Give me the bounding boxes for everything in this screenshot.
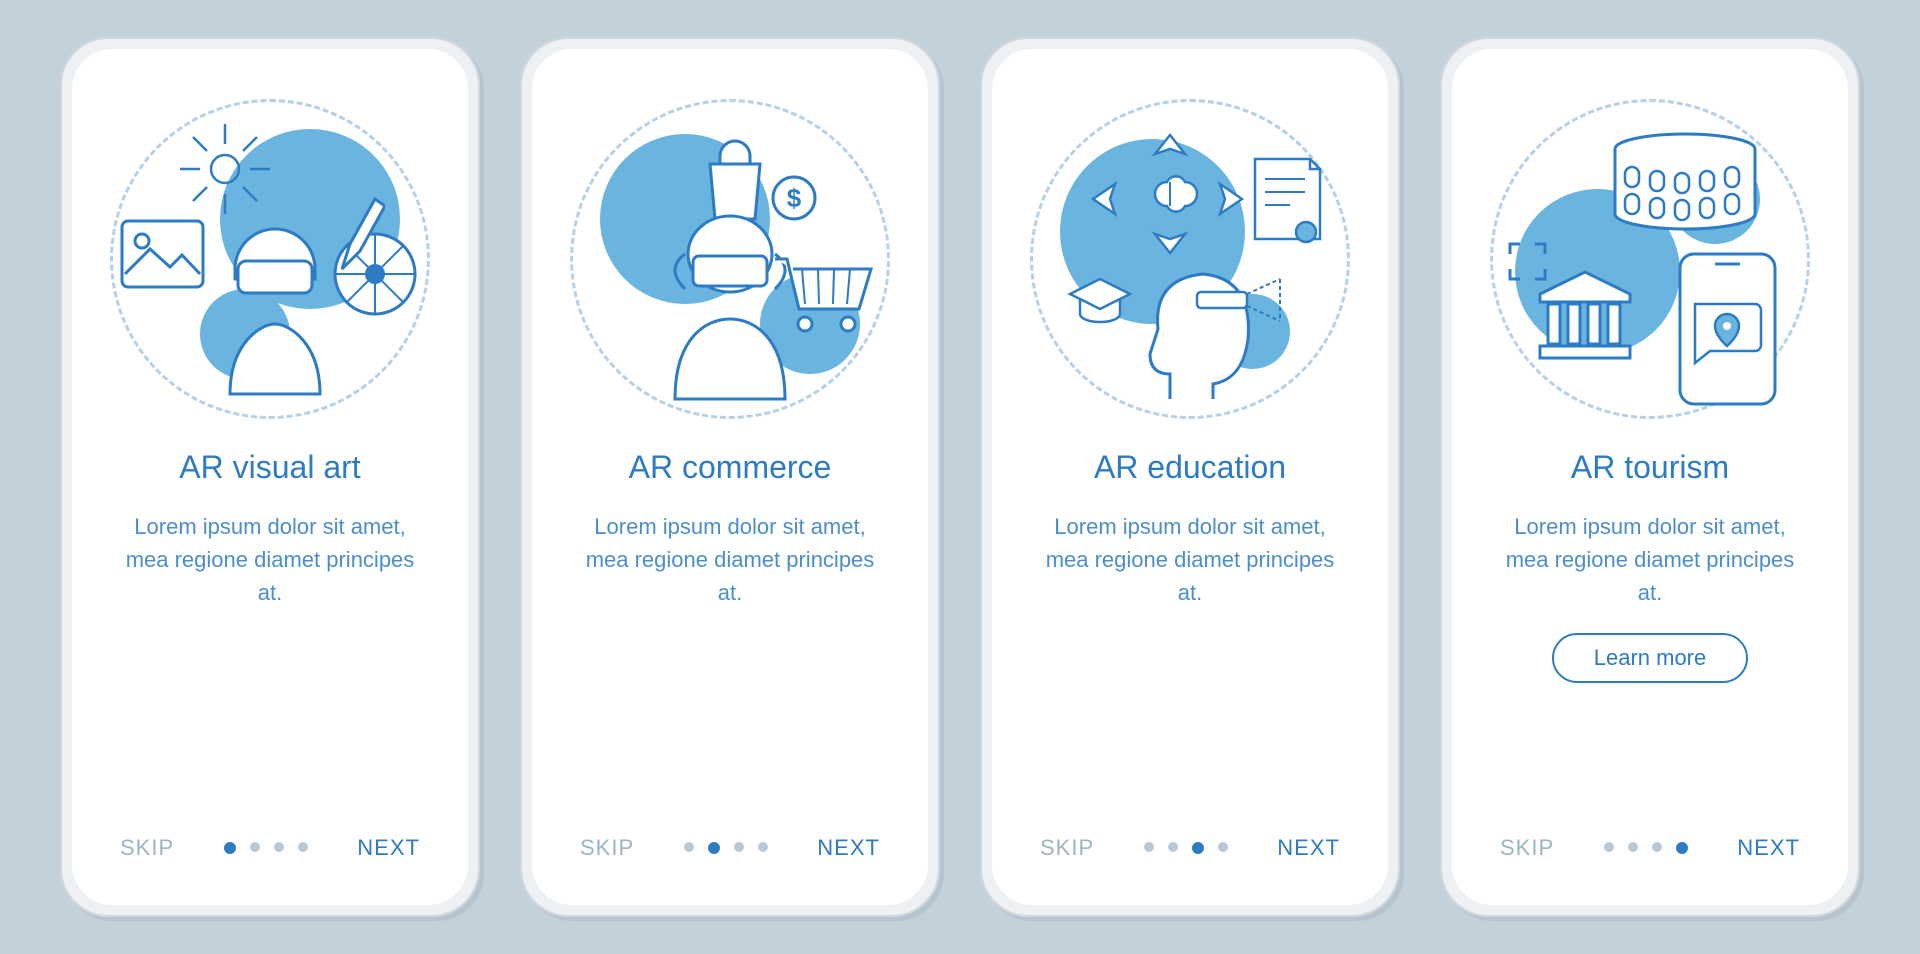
next-button[interactable]: NEXT — [817, 835, 880, 861]
onboarding-screen: $ AR commerce Lorem ipsum dolor sit amet… — [532, 49, 928, 905]
screen-title: AR visual art — [179, 449, 360, 486]
dot[interactable] — [734, 842, 744, 852]
dot[interactable] — [1628, 842, 1638, 852]
dot-active[interactable] — [224, 842, 236, 854]
phone-frame: $ AR commerce Lorem ipsum dolor sit amet… — [520, 37, 940, 917]
illustration-visual-art — [110, 99, 430, 419]
next-button[interactable]: NEXT — [357, 835, 420, 861]
brain-icon — [1140, 169, 1200, 219]
phone-frame: AR tourism Lorem ipsum dolor sit amet, m… — [1440, 37, 1860, 917]
dot[interactable] — [1604, 842, 1614, 852]
svg-text:$: $ — [787, 183, 802, 213]
dot-active[interactable] — [1192, 842, 1204, 854]
onboarding-screen: AR education Lorem ipsum dolor sit amet,… — [992, 49, 1388, 905]
onboarding-footer: SKIP NEXT — [72, 835, 468, 861]
dot[interactable] — [274, 842, 284, 852]
shopping-cart-icon — [770, 249, 875, 339]
ar-head-icon — [1135, 244, 1285, 404]
screen-title: AR tourism — [1571, 449, 1729, 486]
dot[interactable] — [250, 842, 260, 852]
screen-description: Lorem ipsum dolor sit amet, mea regione … — [562, 510, 898, 609]
sparkle-icon — [180, 124, 270, 214]
certificate-icon — [1250, 154, 1325, 249]
scan-corner-icon — [1505, 239, 1550, 284]
next-button[interactable]: NEXT — [1737, 835, 1800, 861]
onboarding-footer: SKIP NEXT — [992, 835, 1388, 861]
phone-location-icon — [1675, 249, 1780, 409]
arrow-right-icon — [1210, 179, 1250, 219]
dot[interactable] — [1144, 842, 1154, 852]
page-indicator — [684, 842, 768, 854]
illustration-commerce: $ — [570, 99, 890, 419]
skip-button[interactable]: SKIP — [1040, 835, 1094, 861]
learn-more-button[interactable]: Learn more — [1552, 633, 1749, 683]
graduation-cap-icon — [1065, 274, 1135, 324]
dot-active[interactable] — [708, 842, 720, 854]
picture-icon — [120, 219, 205, 289]
screen-title: AR education — [1094, 449, 1286, 486]
dot[interactable] — [298, 842, 308, 852]
onboarding-screen: AR visual art Lorem ipsum dolor sit amet… — [72, 49, 468, 905]
screen-title: AR commerce — [629, 449, 832, 486]
illustration-education — [1030, 99, 1350, 419]
skip-button[interactable]: SKIP — [1500, 835, 1554, 861]
screen-description: Lorem ipsum dolor sit amet, mea regione … — [102, 510, 438, 609]
colosseum-icon — [1610, 129, 1760, 234]
dot-active[interactable] — [1676, 842, 1688, 854]
dot[interactable] — [758, 842, 768, 852]
dot[interactable] — [1652, 842, 1662, 852]
screen-description: Lorem ipsum dolor sit amet, mea regione … — [1482, 510, 1818, 609]
skip-button[interactable]: SKIP — [580, 835, 634, 861]
phone-frame: AR education Lorem ipsum dolor sit amet,… — [980, 37, 1400, 917]
page-indicator — [224, 842, 308, 854]
vr-person-icon — [220, 219, 330, 399]
shopping-bag-icon — [700, 139, 770, 224]
onboarding-footer: SKIP NEXT — [532, 835, 928, 861]
dot[interactable] — [684, 842, 694, 852]
phone-frame: AR visual art Lorem ipsum dolor sit amet… — [60, 37, 480, 917]
skip-button[interactable]: SKIP — [120, 835, 174, 861]
dot[interactable] — [1168, 842, 1178, 852]
onboarding-screen: AR tourism Lorem ipsum dolor sit amet, m… — [1452, 49, 1848, 905]
page-indicator — [1604, 842, 1688, 854]
illustration-tourism — [1490, 99, 1810, 419]
arrow-left-icon — [1085, 179, 1125, 219]
onboarding-footer: SKIP NEXT — [1452, 835, 1848, 861]
screen-description: Lorem ipsum dolor sit amet, mea regione … — [1022, 510, 1358, 609]
arrow-up-icon — [1150, 129, 1190, 164]
page-indicator — [1144, 842, 1228, 854]
next-button[interactable]: NEXT — [1277, 835, 1340, 861]
eyedropper-icon — [335, 194, 385, 284]
dot[interactable] — [1218, 842, 1228, 852]
